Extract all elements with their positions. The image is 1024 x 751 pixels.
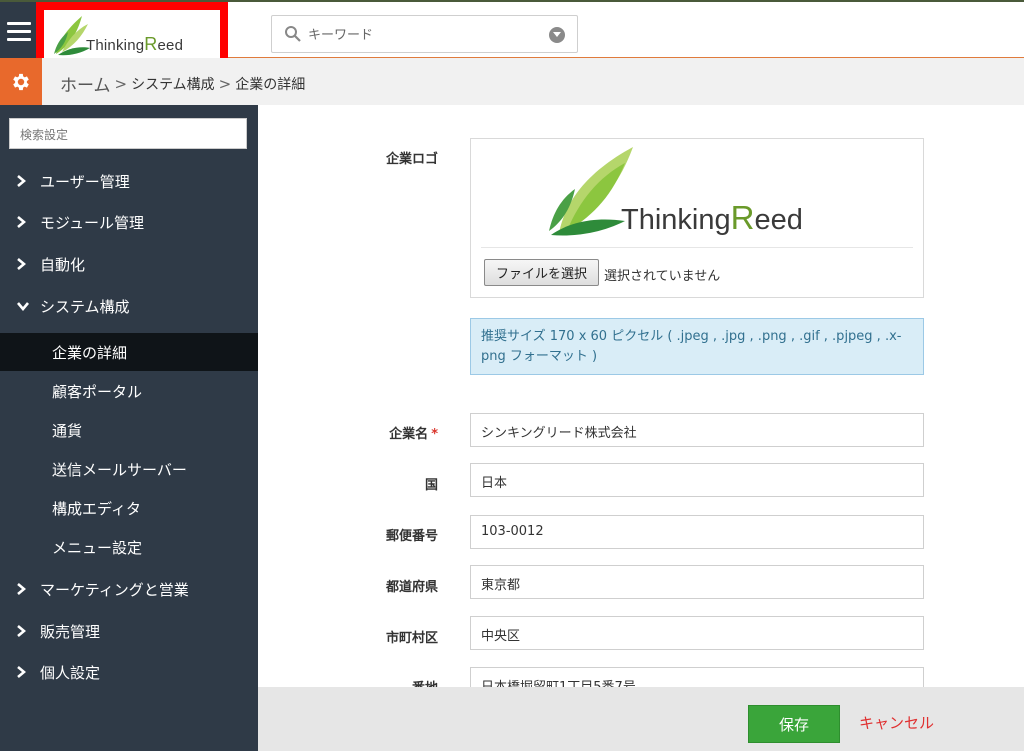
sidebar-item-label: モジュール管理 (40, 213, 144, 232)
city-field[interactable]: 中央区 (470, 616, 924, 650)
sidebar-subitem-currency[interactable]: 通貨 (0, 411, 258, 449)
sidebar-item-automation[interactable]: 自動化 (0, 245, 258, 283)
logo-text: ThinkingReed (86, 34, 184, 54)
chevron-right-icon (16, 582, 30, 596)
cancel-link[interactable]: キャンセル (859, 712, 934, 733)
company-logo-preview: ThinkingReed (545, 143, 835, 241)
sidebar-subitem-label: メニュー設定 (52, 538, 143, 557)
sidebar-item-personal-settings[interactable]: 個人設定 (0, 653, 258, 691)
breadcrumb-separator: > (218, 74, 232, 93)
sidebar-item-label: マーケティングと営業 (40, 580, 189, 599)
breadcrumb-system-config[interactable]: システム構成 (131, 74, 215, 94)
logo-text: ThinkingReed (621, 199, 803, 236)
save-button[interactable]: 保存 (748, 705, 840, 743)
search-icon (285, 26, 301, 42)
sidebar-item-label: 販売管理 (40, 622, 101, 641)
gear-icon (13, 73, 29, 90)
chevron-right-icon (16, 665, 30, 679)
divider (481, 247, 913, 248)
sidebar-item-label: 自動化 (40, 255, 86, 274)
sidebar-subitem-menu-settings[interactable]: メニュー設定 (0, 528, 258, 566)
country-field[interactable]: 日本 (470, 463, 924, 497)
settings-button[interactable] (0, 58, 42, 105)
sidebar-item-label: 個人設定 (40, 663, 101, 682)
breadcrumb-company-details: 企業の詳細 (235, 76, 306, 93)
menu-icon[interactable] (0, 2, 38, 60)
chevron-right-icon (16, 215, 30, 229)
search-input[interactable] (308, 25, 528, 45)
sidebar-subitem-label: 顧客ポータル (52, 382, 143, 401)
sidebar-item-label: システム構成 (40, 297, 130, 316)
chevron-down-icon (16, 301, 30, 311)
postal-code-label: 郵便番号 (385, 529, 438, 544)
company-logo: ThinkingReed (50, 14, 220, 60)
chevron-right-icon (16, 174, 30, 188)
company-logo-label: 企業ロゴ (385, 152, 438, 167)
form-footer: 保存 キャンセル (258, 687, 1024, 751)
country-label: 国 (424, 478, 438, 493)
required-mark: * (431, 427, 438, 442)
sidebar: 検索設定 ユーザー管理 モジュール管理 自動化 システム構成 企業の詳細 顧客ポ… (0, 105, 258, 751)
sidebar-subitem-company-details[interactable]: 企業の詳細 (0, 333, 258, 371)
top-bar: ThinkingReed (0, 0, 1024, 72)
sidebar-item-sales-management[interactable]: 販売管理 (0, 612, 258, 650)
logo-size-info: 推奨サイズ 170 x 60 ピクセル ( .jpeg , .jpg , .pn… (470, 318, 924, 375)
choose-file-button[interactable]: ファイルを選択 (484, 259, 599, 286)
sidebar-item-marketing-sales[interactable]: マーケティングと営業 (0, 570, 258, 608)
keyword-search[interactable] (271, 15, 578, 53)
prefecture-field[interactable]: 東京都 (470, 565, 924, 599)
file-status-text: 選択されていません (604, 269, 721, 284)
settings-search-input[interactable]: 検索設定 (9, 118, 247, 149)
sidebar-item-module-management[interactable]: モジュール管理 (0, 203, 258, 241)
chevron-down-icon[interactable] (549, 27, 565, 43)
sidebar-subitem-label: 企業の詳細 (52, 343, 128, 362)
sidebar-subitem-label: 通貨 (52, 421, 83, 440)
prefecture-label: 都道府県 (385, 580, 438, 595)
breadcrumb: ホーム > システム構成 > 企業の詳細 (60, 71, 306, 97)
sidebar-item-system-config[interactable]: システム構成 (0, 287, 258, 325)
chevron-right-icon (16, 624, 30, 638)
sidebar-subitem-customer-portal[interactable]: 顧客ポータル (0, 372, 258, 410)
sidebar-item-user-management[interactable]: ユーザー管理 (0, 162, 258, 200)
sidebar-subitem-outgoing-mail-server[interactable]: 送信メールサーバー (0, 450, 258, 488)
breadcrumb-separator: > (114, 74, 128, 93)
company-name-label: 企業名 * (389, 427, 438, 442)
breadcrumb-bar: ホーム > システム構成 > 企業の詳細 (0, 58, 1024, 105)
chevron-right-icon (16, 257, 30, 271)
postal-code-field[interactable]: 103-0012 (470, 515, 924, 549)
logo-upload-card: ThinkingReed ファイルを選択 選択されていません (470, 138, 924, 298)
sidebar-item-label: ユーザー管理 (40, 172, 130, 191)
sidebar-subitem-label: 構成エディタ (52, 499, 141, 518)
sidebar-subitem-label: 送信メールサーバー (52, 460, 187, 479)
breadcrumb-home[interactable]: ホーム (60, 71, 111, 96)
city-label: 市町村区 (385, 631, 438, 646)
company-name-field[interactable]: シンキングリード株式会社 (470, 413, 924, 447)
sidebar-subitem-config-editor[interactable]: 構成エディタ (0, 489, 258, 527)
